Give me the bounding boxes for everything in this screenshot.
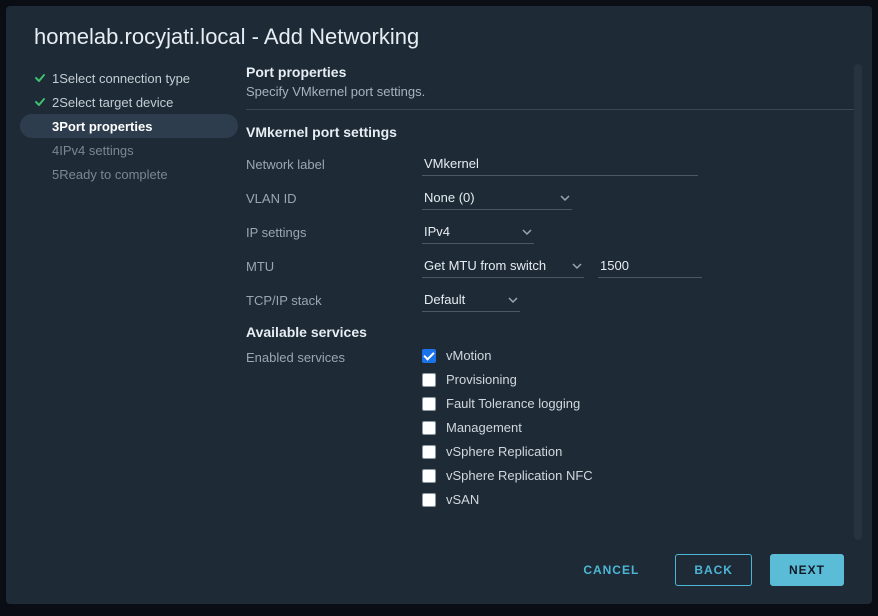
tcpip-stack-select[interactable]: Default (422, 288, 520, 312)
service-item: vSphere Replication (422, 444, 562, 459)
mtu-mode-select[interactable]: Get MTU from switch (422, 254, 584, 278)
vlan-id-value: None (0) (424, 190, 475, 205)
wizard-step-number: 1 (52, 71, 59, 86)
chevron-down-icon (560, 193, 570, 203)
row-tcpip-stack: TCP/IP stack Default (246, 284, 854, 316)
ip-settings-select[interactable]: IPv4 (422, 220, 534, 244)
service-label: Provisioning (446, 372, 517, 387)
wizard-step-number: 4 (52, 143, 59, 158)
page-subheading: Specify VMkernel port settings. (246, 84, 854, 99)
wizard-step-label: IPv4 settings (59, 143, 133, 158)
dialog-footer: CANCEL BACK NEXT (6, 540, 872, 604)
wizard-step-3[interactable]: 3 Port properties (20, 114, 238, 138)
vlan-id-select[interactable]: None (0) (422, 186, 572, 210)
wizard-step-label: Ready to complete (59, 167, 167, 182)
wizard-step-1[interactable]: 1 Select connection type (20, 66, 238, 90)
chevron-down-icon (572, 261, 582, 271)
service-checkbox[interactable] (422, 493, 436, 507)
service-label: Management (446, 420, 522, 435)
dialog-body: 1 Select connection type2 Select target … (6, 64, 872, 540)
service-checkbox[interactable] (422, 397, 436, 411)
service-label: vSAN (446, 492, 479, 507)
wizard-step-4: 4 IPv4 settings (20, 138, 238, 162)
service-label: vSphere Replication (446, 444, 562, 459)
label-network-label: Network label (246, 157, 422, 172)
chevron-down-icon (522, 227, 532, 237)
check-icon (34, 96, 46, 108)
scrollbar[interactable] (854, 64, 862, 540)
ip-settings-value: IPv4 (424, 224, 450, 239)
service-item: vSAN (422, 492, 479, 507)
row-enabled-services: Enabled services vMotion Provisioning Faul… (246, 348, 854, 516)
service-checkbox[interactable] (422, 469, 436, 483)
wizard-step-number: 3 (52, 119, 59, 134)
row-mtu: MTU Get MTU from switch (246, 250, 854, 282)
service-item: Management (422, 420, 522, 435)
dialog-title: homelab.rocyjati.local - Add Networking (6, 6, 872, 64)
settings-heading: VMkernel port settings (246, 124, 854, 140)
tcpip-stack-value: Default (424, 292, 465, 307)
service-label: vSphere Replication NFC (446, 468, 593, 483)
wizard-nav: 1 Select connection type2 Select target … (20, 64, 238, 540)
service-checkbox[interactable] (422, 373, 436, 387)
wizard-step-2[interactable]: 2 Select target device (20, 90, 238, 114)
label-enabled-services: Enabled services (246, 348, 422, 365)
wizard-step-5: 5 Ready to complete (20, 162, 238, 186)
service-checkbox[interactable] (422, 421, 436, 435)
row-ip-settings: IP settings IPv4 (246, 216, 854, 248)
cancel-button[interactable]: CANCEL (565, 555, 657, 585)
service-item: vMotion (422, 348, 492, 363)
add-networking-dialog: homelab.rocyjati.local - Add Networking … (6, 6, 872, 604)
wizard-step-label: Select connection type (59, 71, 190, 86)
page-heading: Port properties (246, 64, 854, 80)
content-pane: Port properties Specify VMkernel port se… (238, 64, 862, 540)
label-vlan-id: VLAN ID (246, 191, 422, 206)
service-checkbox[interactable] (422, 445, 436, 459)
service-label: Fault Tolerance logging (446, 396, 580, 411)
label-tcpip-stack: TCP/IP stack (246, 293, 422, 308)
available-services-heading: Available services (246, 324, 854, 340)
mtu-value-input[interactable] (598, 254, 702, 278)
chevron-down-icon (508, 295, 518, 305)
service-item: Fault Tolerance logging (422, 396, 580, 411)
network-label-input[interactable] (422, 152, 698, 176)
service-item: vSphere Replication NFC (422, 468, 593, 483)
label-ip-settings: IP settings (246, 225, 422, 240)
check-icon (34, 72, 46, 84)
divider (246, 109, 854, 110)
wizard-step-number: 2 (52, 95, 59, 110)
label-mtu: MTU (246, 259, 422, 274)
wizard-step-label: Select target device (59, 95, 173, 110)
wizard-step-label: Port properties (59, 119, 152, 134)
next-button[interactable]: NEXT (770, 554, 844, 586)
service-label: vMotion (446, 348, 492, 363)
row-network-label: Network label (246, 148, 854, 180)
row-vlan-id: VLAN ID None (0) (246, 182, 854, 214)
back-button[interactable]: BACK (675, 554, 752, 586)
service-item: Provisioning (422, 372, 517, 387)
wizard-step-number: 5 (52, 167, 59, 182)
mtu-mode-value: Get MTU from switch (424, 258, 546, 273)
service-checkbox[interactable] (422, 349, 436, 363)
